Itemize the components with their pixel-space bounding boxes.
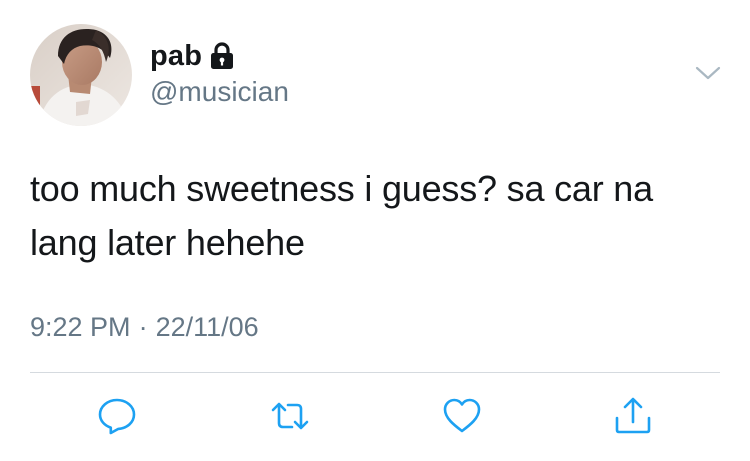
divider [30, 372, 720, 373]
reply-icon [97, 396, 137, 436]
tweet-time: 9:22 PM [30, 312, 131, 342]
user-handle[interactable]: @musician [150, 76, 289, 108]
timestamp-separator: · [138, 312, 148, 342]
avatar[interactable] [30, 24, 132, 126]
retweet-icon [270, 396, 310, 436]
avatar-image [30, 24, 132, 126]
like-button[interactable] [442, 396, 482, 436]
tweet-card: pab @musician too much sweetness i guess… [0, 0, 750, 461]
lock-icon [209, 42, 235, 70]
like-heart-icon [442, 396, 482, 436]
reply-button[interactable] [97, 396, 137, 436]
display-name-row: pab [150, 38, 235, 74]
tweet-text: too much sweetness i guess? sa car na la… [30, 168, 653, 263]
share-button[interactable] [613, 396, 653, 436]
display-name[interactable]: pab [150, 40, 202, 73]
retweet-button[interactable] [270, 396, 310, 436]
chevron-down-icon[interactable] [694, 62, 722, 84]
tweet-date: 22/11/06 [155, 312, 259, 342]
share-icon [613, 396, 653, 436]
tweet-timestamp[interactable]: 9:22 PM · 22/11/06 [30, 312, 259, 343]
